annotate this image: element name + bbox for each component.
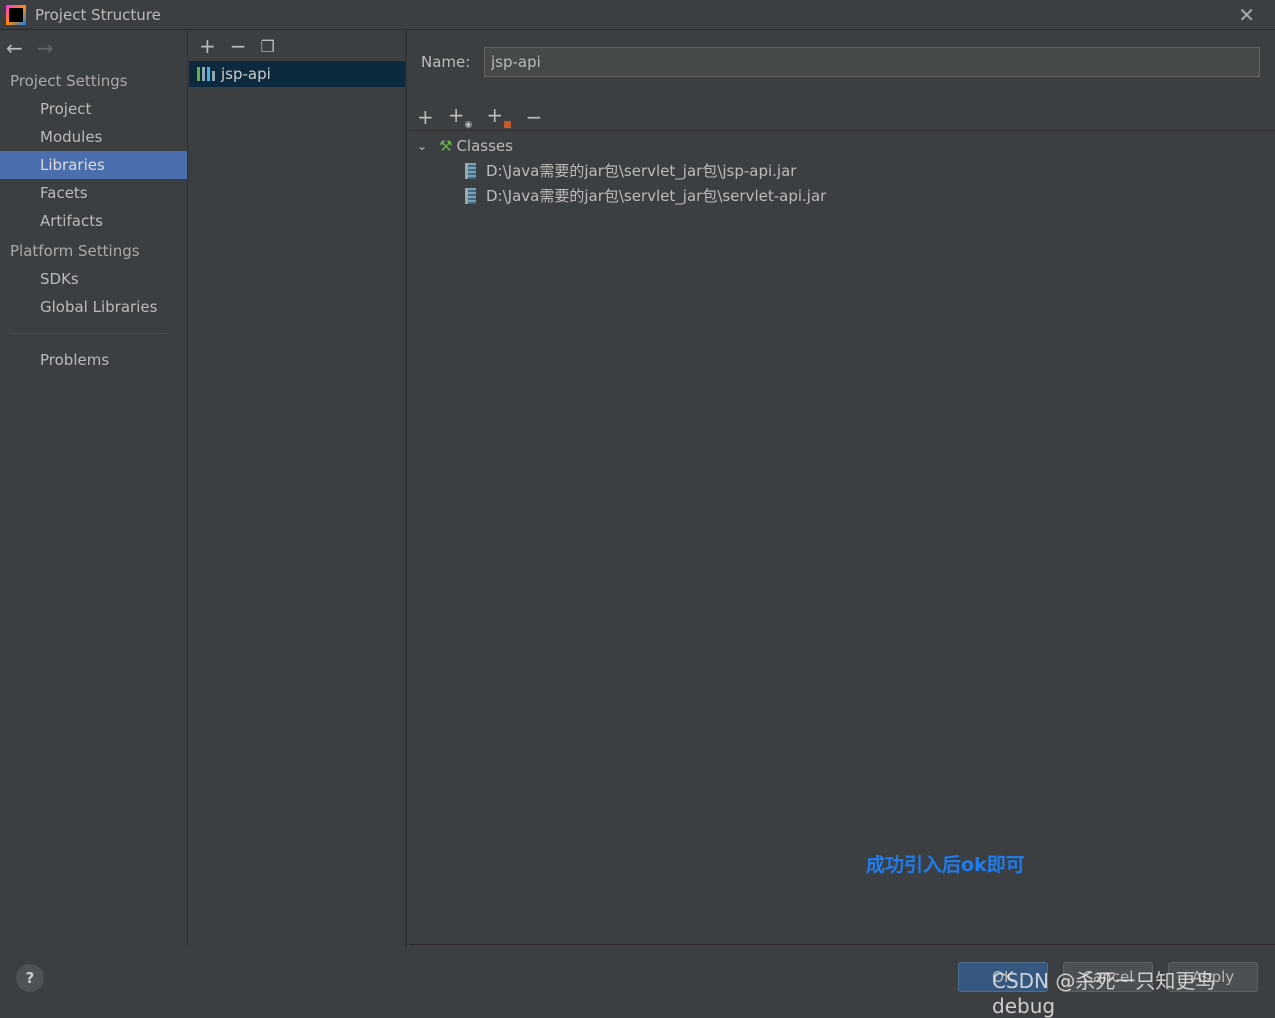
library-icon bbox=[197, 67, 215, 81]
add-url-icon[interactable]: +◉ bbox=[448, 103, 473, 130]
window-title: Project Structure bbox=[35, 5, 161, 24]
copy-icon[interactable]: ❐ bbox=[261, 37, 275, 56]
remove-icon[interactable]: − bbox=[526, 105, 543, 129]
sidebar-item-facets[interactable]: Facets bbox=[0, 179, 187, 207]
intellij-logo-icon bbox=[6, 4, 26, 25]
divider bbox=[10, 333, 167, 334]
help-button[interactable]: ? bbox=[16, 964, 44, 992]
jar-entry[interactable]: D:\Java需要的jar包\servlet_jar包\jsp-api.jar bbox=[409, 158, 1275, 183]
annotation-text: 成功引入后ok即可 bbox=[866, 854, 1025, 876]
sidebar-item-libraries[interactable]: Libraries bbox=[0, 151, 187, 179]
jar-entry[interactable]: D:\Java需要的jar包\servlet_jar包\servlet-api.… bbox=[409, 183, 1275, 208]
name-label: Name: bbox=[421, 53, 471, 71]
jar-path: D:\Java需要的jar包\servlet_jar包\servlet-api.… bbox=[486, 187, 827, 205]
sidebar-item-artifacts[interactable]: Artifacts bbox=[0, 207, 187, 235]
remove-icon[interactable]: − bbox=[230, 34, 247, 58]
add-icon[interactable]: + bbox=[417, 105, 434, 129]
library-list-panel: + − ❐ jsp-api bbox=[189, 31, 407, 947]
back-arrow-icon[interactable]: ← bbox=[6, 36, 23, 60]
classes-tree: ⌄ ⚒ Classes D:\Java需要的jar包\servlet_jar包\… bbox=[409, 130, 1275, 208]
classes-node[interactable]: ⌄ ⚒ Classes bbox=[409, 133, 1275, 158]
forward-arrow-icon[interactable]: → bbox=[37, 36, 54, 60]
jar-icon bbox=[465, 187, 476, 204]
name-input[interactable] bbox=[484, 47, 1260, 77]
add-folder-icon[interactable]: +■ bbox=[486, 103, 511, 130]
classes-label: Classes bbox=[456, 136, 513, 155]
sidebar-item-problems[interactable]: Problems bbox=[0, 346, 187, 374]
group-project-settings: Project Settings bbox=[10, 72, 128, 90]
jar-icon bbox=[465, 162, 476, 179]
library-item[interactable]: jsp-api bbox=[189, 61, 405, 87]
chevron-down-icon[interactable]: ⌄ bbox=[417, 139, 439, 153]
close-icon[interactable]: ✕ bbox=[1238, 3, 1255, 27]
library-label: jsp-api bbox=[221, 65, 271, 83]
sidebar-item-modules[interactable]: Modules bbox=[0, 123, 187, 151]
group-platform-settings: Platform Settings bbox=[10, 242, 140, 260]
sidebar-item-sdks[interactable]: SDKs bbox=[0, 265, 187, 293]
add-icon[interactable]: + bbox=[199, 34, 216, 58]
jar-path: D:\Java需要的jar包\servlet_jar包\jsp-api.jar bbox=[486, 162, 797, 180]
title-bar: Project Structure ✕ bbox=[0, 0, 1275, 30]
watermark: CSDN @杀死一只知更鸟debug bbox=[992, 969, 1216, 1018]
sidebar-item-project[interactable]: Project bbox=[0, 95, 187, 123]
hammer-icon: ⚒ bbox=[439, 136, 453, 155]
sidebar-item-global-libraries[interactable]: Global Libraries bbox=[0, 293, 187, 321]
library-detail-panel: Name: + +◉ +■ − ⌄ ⚒ Classes D:\Java需要的ja… bbox=[409, 31, 1275, 945]
sidebar: ← → Project Settings Project Modules Libr… bbox=[0, 31, 188, 947]
